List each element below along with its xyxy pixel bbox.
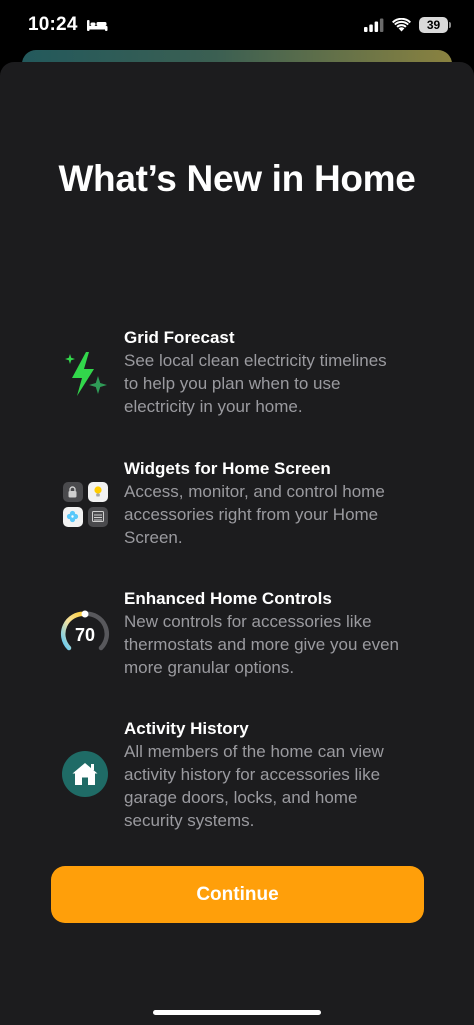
status-left: 10:24 bbox=[28, 14, 108, 36]
lock-icon bbox=[62, 481, 83, 502]
bed-icon bbox=[86, 20, 108, 31]
feature-description: All members of the home can view activit… bbox=[124, 742, 384, 830]
thermostat-dial-icon: 70 bbox=[58, 607, 112, 661]
feature-text: Activity History All members of the home… bbox=[124, 717, 424, 832]
lightbulb-icon bbox=[87, 481, 108, 502]
home-activity-icon bbox=[58, 747, 112, 801]
feature-title: Enhanced Home Controls bbox=[124, 589, 332, 608]
fan-icon bbox=[62, 506, 83, 527]
widgets-grid-icon bbox=[58, 477, 112, 531]
feature-description: Access, monitor, and control home access… bbox=[124, 482, 385, 547]
battery-icon: 39 bbox=[419, 17, 451, 33]
sheet-title: What’s New in Home bbox=[58, 158, 416, 199]
wifi-icon bbox=[392, 18, 411, 32]
battery-level: 39 bbox=[426, 18, 441, 32]
feature-description: See local clean electricity timelines to… bbox=[124, 351, 387, 416]
continue-button[interactable]: Continue bbox=[51, 866, 424, 923]
dial-value: 70 bbox=[75, 625, 95, 645]
feature-title: Activity History bbox=[124, 719, 249, 738]
status-bar: 10:24 39 bbox=[0, 0, 474, 50]
feature-text: Widgets for Home Screen Access, monitor,… bbox=[124, 457, 424, 549]
screen: 10:24 39 What’s New in Home Grid Forecas… bbox=[0, 0, 474, 1025]
cellular-signal-icon bbox=[364, 18, 384, 32]
feature-text: Enhanced Home Controls New controls for … bbox=[124, 587, 424, 679]
feature-text: Grid Forecast See local clean electricit… bbox=[124, 326, 424, 418]
status-right: 39 bbox=[364, 17, 451, 33]
grid-forecast-bolt-icon bbox=[58, 348, 112, 402]
feature-title: Widgets for Home Screen bbox=[124, 459, 331, 478]
feature-title: Grid Forecast bbox=[124, 328, 235, 347]
garage-door-icon bbox=[87, 506, 108, 527]
status-time: 10:24 bbox=[28, 14, 78, 35]
feature-description: New controls for accessories like thermo… bbox=[124, 612, 399, 677]
home-indicator[interactable] bbox=[153, 1010, 321, 1015]
